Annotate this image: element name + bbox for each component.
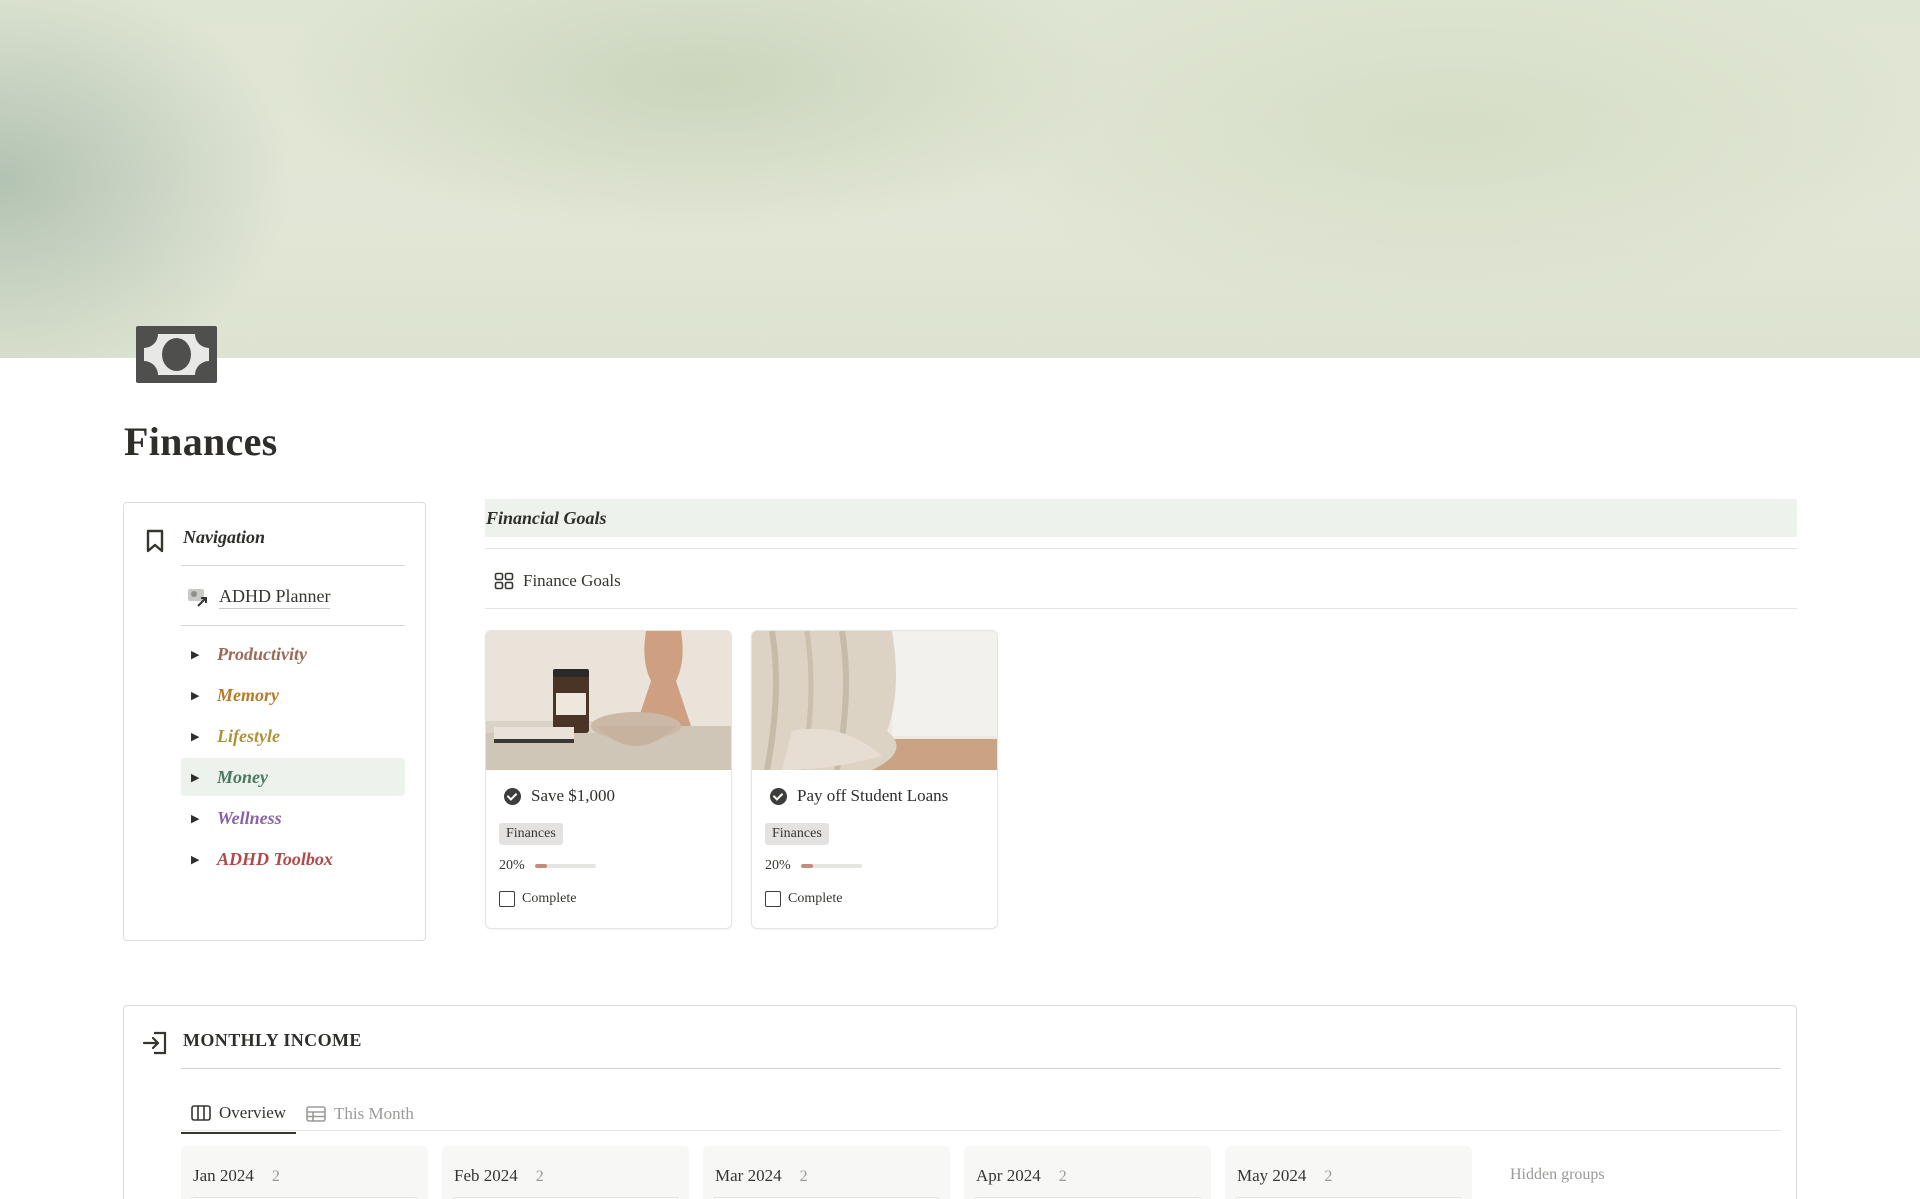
nav-item-label: ADHD Toolbox [217, 848, 333, 869]
toggle-triangle-icon[interactable]: ▶ [191, 730, 203, 743]
progress-row: 20% [499, 858, 596, 874]
nav-item-label: Memory [217, 684, 279, 705]
navigation-title: Navigation [183, 527, 266, 547]
board-group-apr-2024[interactable]: Apr 2024 2 [964, 1146, 1211, 1199]
nav-item-label: Lifestyle [217, 725, 280, 746]
nav-item-adhd-toolbox[interactable]: ▶ ADHD Toolbox [181, 840, 405, 878]
checkbox-icon[interactable] [765, 891, 781, 907]
goal-title: Save $1,000 [531, 786, 616, 805]
financial-goals-heading: Financial Goals [485, 499, 1797, 537]
complete-checkbox[interactable]: Complete [765, 891, 842, 907]
goal-cover-image [486, 631, 731, 770]
complete-checkbox[interactable]: Complete [499, 891, 576, 907]
nav-item-money[interactable]: ▶ Money [181, 758, 405, 796]
nav-item-lifestyle[interactable]: ▶ Lifestyle [181, 717, 405, 755]
nav-item-productivity[interactable]: ▶ Productivity [181, 635, 405, 673]
toggle-triangle-icon[interactable]: ▶ [191, 853, 203, 866]
page-link-icon [188, 589, 207, 607]
goal-card[interactable]: Pay off Student Loans Finances 20% Compl… [751, 630, 998, 929]
board-group-feb-2024[interactable]: Feb 2024 2 [442, 1146, 689, 1199]
divider [181, 1068, 1781, 1069]
check-circle-icon [504, 787, 521, 805]
group-name: Feb 2024 [454, 1166, 518, 1185]
group-name: Apr 2024 [976, 1166, 1041, 1185]
group-count: 2 [1324, 1168, 1333, 1185]
complete-label: Complete [522, 891, 577, 906]
progress-fill [800, 864, 813, 868]
complete-label: Complete [788, 891, 843, 906]
money-bill-icon[interactable] [136, 326, 217, 383]
board-group-may-2024[interactable]: May 2024 2 [1225, 1146, 1472, 1199]
tab-label: Overview [219, 1103, 287, 1122]
goal-card[interactable]: Save $1,000 Finances 20% Complete [485, 630, 732, 929]
sign-in-icon [142, 1031, 167, 1055]
progress-bar [534, 864, 596, 868]
adhd-planner-link[interactable]: ADHD Planner [187, 583, 331, 611]
nav-item-label: Productivity [217, 643, 307, 664]
monthly-income-callout: MONTHLY INCOME Overview This Month Jan 2… [123, 1005, 1797, 1199]
progress-row: 20% [765, 858, 862, 874]
group-name: Mar 2024 [715, 1166, 782, 1185]
check-circle-icon [770, 787, 787, 805]
toggle-triangle-icon[interactable]: ▶ [191, 689, 203, 702]
adhd-planner-label: ADHD Planner [219, 586, 331, 609]
goal-title-row: Pay off Student Loans [770, 786, 948, 806]
group-count: 2 [535, 1168, 544, 1185]
toggle-triangle-icon[interactable]: ▶ [191, 771, 203, 784]
category-tag: Finances [765, 823, 829, 845]
tab-label: This Month [334, 1104, 414, 1123]
goal-title-row: Save $1,000 [504, 786, 615, 806]
toggle-triangle-icon[interactable]: ▶ [191, 812, 203, 825]
category-tag: Finances [499, 823, 563, 845]
tab-overview[interactable]: Overview [181, 1094, 297, 1134]
checkbox-icon[interactable] [499, 891, 515, 907]
divider [181, 565, 405, 566]
monthly-income-title: MONTHLY INCOME [183, 1030, 362, 1050]
financial-goals-title: Financial Goals [486, 507, 607, 528]
group-count: 2 [1058, 1168, 1067, 1185]
nav-item-wellness[interactable]: ▶ Wellness [181, 799, 405, 837]
progress-percent: 20% [765, 858, 791, 873]
group-count: 2 [799, 1168, 808, 1185]
page-cover[interactable] [0, 0, 1920, 358]
board-groups: Jan 2024 2 Feb 2024 2 Mar 2024 2 Apr 2024 2 … [181, 1146, 1605, 1199]
view-tab-label: Finance Goals [523, 571, 621, 590]
tab-this-month[interactable]: This Month [296, 1094, 424, 1134]
progress-fill [534, 864, 547, 868]
gallery-icon [494, 572, 514, 590]
table-icon [306, 1106, 326, 1122]
page-title: Finances [124, 419, 278, 464]
nav-item-label: Wellness [217, 807, 282, 828]
view-tabs: Overview This Month [181, 1094, 424, 1134]
divider [485, 608, 1797, 609]
group-count: 2 [271, 1168, 280, 1185]
group-name: May 2024 [1237, 1166, 1307, 1185]
group-name: Jan 2024 [193, 1166, 254, 1185]
toggle-triangle-icon[interactable]: ▶ [191, 648, 203, 661]
finance-goals-view-tab[interactable]: Finance Goals [494, 571, 621, 591]
hidden-groups-label[interactable]: Hidden groups [1510, 1146, 1605, 1199]
board-group-mar-2024[interactable]: Mar 2024 2 [703, 1146, 950, 1199]
progress-percent: 20% [499, 858, 525, 873]
bookmark-icon [146, 529, 164, 553]
nav-item-label: Money [217, 766, 268, 787]
board-icon [191, 1105, 211, 1121]
goal-cover-image [752, 631, 997, 770]
divider [485, 548, 1797, 549]
progress-bar [800, 864, 862, 868]
nav-item-memory[interactable]: ▶ Memory [181, 676, 405, 714]
navigation-callout: Navigation ADHD Planner ▶ Productivity ▶… [123, 502, 426, 941]
divider [181, 625, 405, 626]
divider [181, 1130, 1781, 1131]
goal-title: Pay off Student Loans [797, 786, 949, 805]
board-group-jan-2024[interactable]: Jan 2024 2 [181, 1146, 428, 1199]
